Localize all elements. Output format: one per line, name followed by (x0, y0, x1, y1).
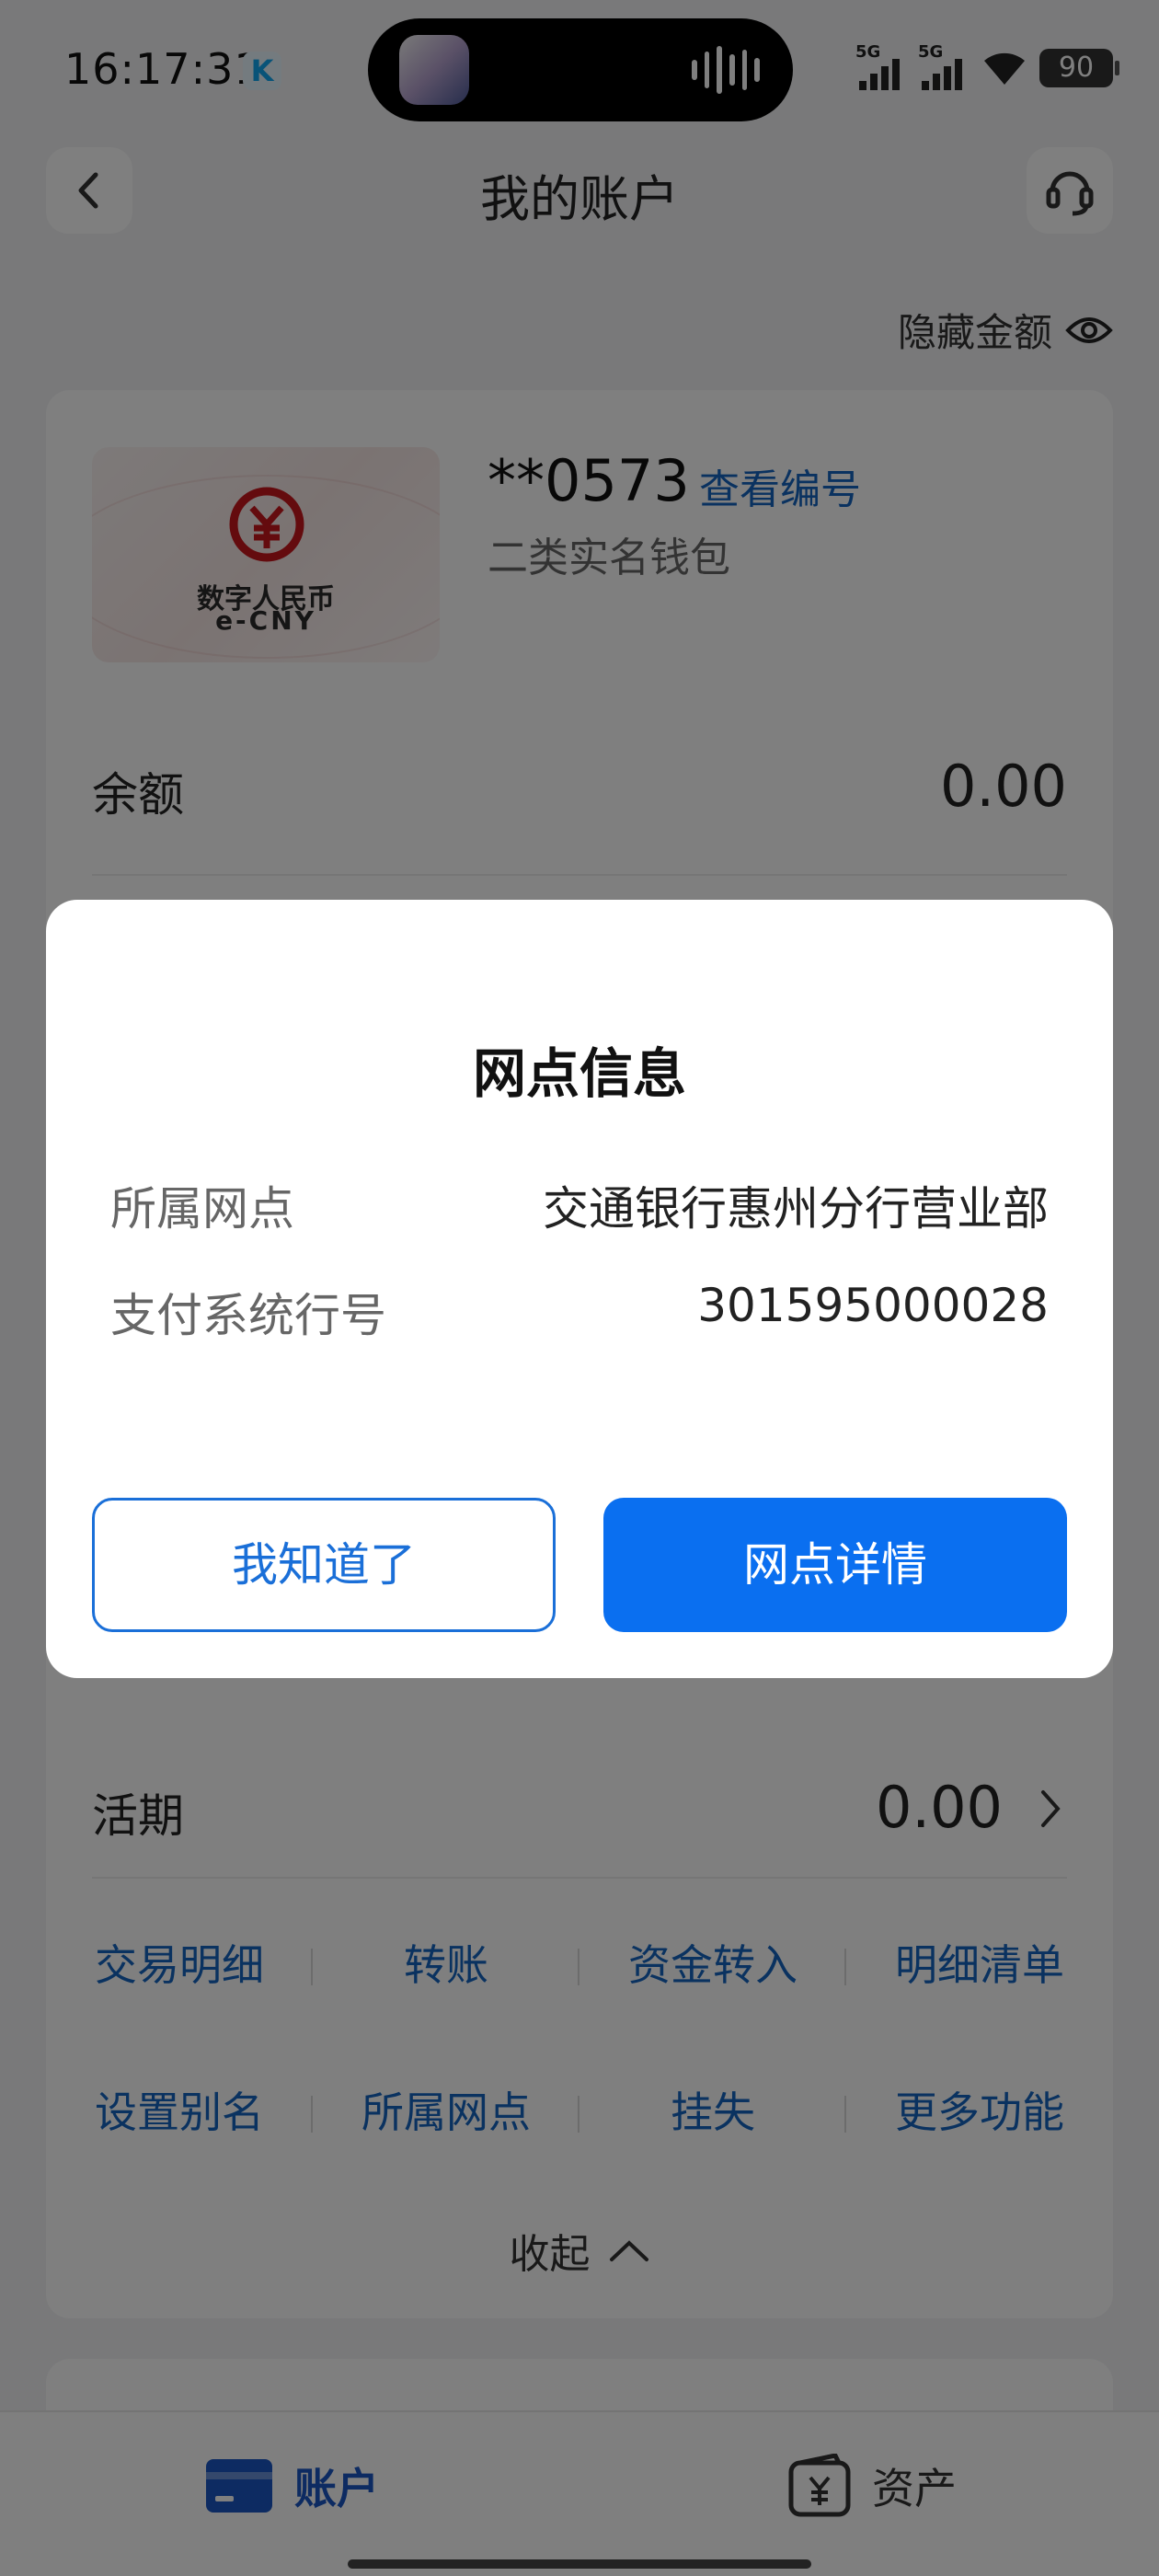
branch-value: 交通银行惠州分行营业部 (543, 1182, 1049, 1236)
branch-details-button[interactable]: 网点详情 (603, 1498, 1067, 1632)
branch-label: 所属网点 (110, 1182, 294, 1236)
got-it-button[interactable]: 我知道了 (92, 1498, 556, 1632)
account-screen: 16:17:31 K 5G 5G 90 我的账 (0, 0, 1159, 2576)
branch-info-row: 所属网点 交通银行惠州分行营业部 (110, 1172, 1049, 1236)
payment-code-label: 支付系统行号 (110, 1289, 386, 1342)
home-indicator[interactable] (348, 2559, 811, 2569)
payment-code-value: 301595000028 (697, 1279, 1049, 1332)
payment-code-row: 支付系统行号 301595000028 (110, 1279, 1049, 1343)
branch-info-dialog: 网点信息 所属网点 交通银行惠州分行营业部 支付系统行号 30159500002… (46, 900, 1113, 1678)
dialog-title: 网点信息 (472, 1042, 686, 1105)
